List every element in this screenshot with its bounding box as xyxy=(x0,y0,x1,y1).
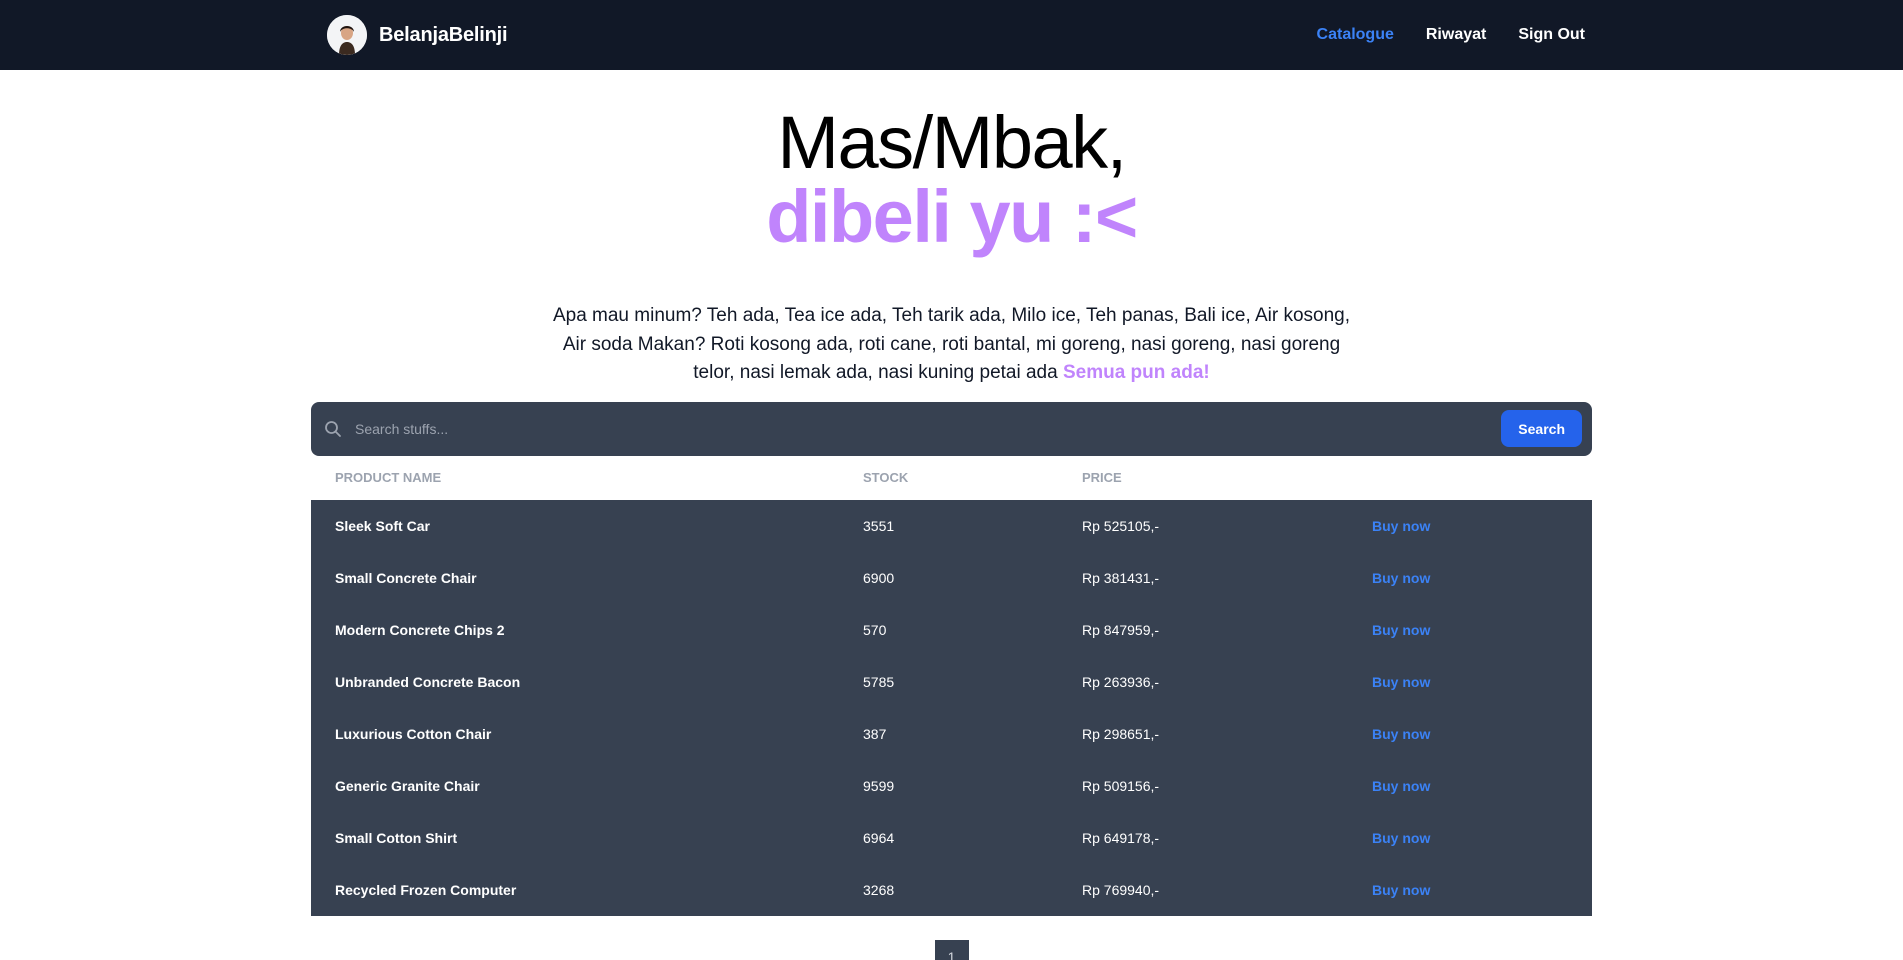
search-button[interactable]: Search xyxy=(1501,410,1582,447)
nav-item-riwayat[interactable]: Riwayat xyxy=(1426,26,1486,44)
header-price: PRICE xyxy=(1082,470,1122,485)
table-row: Unbranded Concrete Bacon 5785 Rp 263936,… xyxy=(311,655,1592,708)
product-stock: 6900 xyxy=(863,569,895,586)
product-stock: 5785 xyxy=(863,673,895,690)
navbar: BelanjaBelinji Catalogue Riwayat Sign Ou… xyxy=(0,0,1903,70)
buy-now-link[interactable]: Buy now xyxy=(1372,570,1430,586)
product-name: Small Cotton Shirt xyxy=(335,829,458,846)
product-stock: 3551 xyxy=(863,517,895,534)
hero-title: Mas/Mbak, xyxy=(777,101,1127,184)
product-stock: 9599 xyxy=(863,777,895,794)
nav-item-sign-out[interactable]: Sign Out xyxy=(1518,26,1585,44)
header-stock: STOCK xyxy=(863,470,909,485)
product-price: Rp 263936,- xyxy=(1082,673,1160,690)
product-stock: 570 xyxy=(863,621,887,638)
product-name: Recycled Frozen Computer xyxy=(335,881,517,898)
hero-highlight: Semua pun ada! xyxy=(1062,362,1210,383)
buy-now-link[interactable]: Buy now xyxy=(1372,830,1430,846)
product-name: Generic Granite Chair xyxy=(335,777,480,794)
hero-subtitle: dibeli yu :< xyxy=(766,175,1138,258)
buy-now-link[interactable]: Buy now xyxy=(1372,778,1430,794)
avatar-image xyxy=(327,15,367,55)
nav-item-catalogue[interactable]: Catalogue xyxy=(1317,26,1394,44)
page-button-1[interactable]: 1 xyxy=(934,939,969,960)
header-product-name: PRODUCT NAME xyxy=(335,470,442,485)
product-stock: 6964 xyxy=(863,829,895,846)
product-name: Small Concrete Chair xyxy=(335,569,477,586)
hero-description-text: Apa mau minum? Teh ada, Tea ice ada, Teh… xyxy=(552,305,1351,383)
table-row: Sleek Soft Car 3551 Rp 525105,- Buy now xyxy=(311,499,1592,552)
table-body: Sleek Soft Car 3551 Rp 525105,- Buy now … xyxy=(311,499,1592,916)
buy-now-link[interactable]: Buy now xyxy=(1372,726,1430,742)
table-header: PRODUCT NAME STOCK PRICE xyxy=(311,456,1592,500)
brand-name: BelanjaBelinji xyxy=(379,23,508,46)
buy-now-link[interactable]: Buy now xyxy=(1372,518,1430,534)
search-icon xyxy=(325,420,341,437)
product-price: Rp 381431,- xyxy=(1082,569,1160,586)
product-table-container: PRODUCT NAME STOCK PRICE Sleek Soft Car … xyxy=(311,456,1592,916)
table-row: Luxurious Cotton Chair 387 Rp 298651,- B… xyxy=(311,707,1592,760)
product-name: Luxurious Cotton Chair xyxy=(335,725,492,742)
product-stock: 3268 xyxy=(863,881,895,898)
product-name: Modern Concrete Chips 2 xyxy=(335,621,505,638)
product-table: PRODUCT NAME STOCK PRICE Sleek Soft Car … xyxy=(311,456,1592,916)
product-price: Rp 298651,- xyxy=(1082,725,1160,742)
table-row: Recycled Frozen Computer 3268 Rp 769940,… xyxy=(311,863,1592,916)
product-price: Rp 847959,- xyxy=(1082,621,1160,638)
nav-links: Catalogue Riwayat Sign Out xyxy=(1317,26,1585,44)
hero: Mas/Mbak, dibeli yu :< Apa mau minum? Te… xyxy=(0,70,1903,388)
search-bar: Search xyxy=(311,401,1592,456)
search-input[interactable] xyxy=(343,401,1502,456)
buy-now-link[interactable]: Buy now xyxy=(1372,674,1430,690)
table-row: Generic Granite Chair 9599 Rp 509156,- B… xyxy=(311,759,1592,812)
table-row: Small Concrete Chair 6900 Rp 381431,- Bu… xyxy=(311,551,1592,604)
product-name: Unbranded Concrete Bacon xyxy=(335,673,521,690)
brand-link[interactable]: BelanjaBelinji xyxy=(327,15,508,55)
product-price: Rp 769940,- xyxy=(1082,881,1160,898)
product-stock: 387 xyxy=(863,725,887,742)
product-price: Rp 525105,- xyxy=(1082,517,1160,534)
buy-now-link[interactable]: Buy now xyxy=(1372,882,1430,898)
table-row: Modern Concrete Chips 2 570 Rp 847959,- … xyxy=(311,603,1592,656)
product-price: Rp 649178,- xyxy=(1082,829,1160,846)
product-name: Sleek Soft Car xyxy=(335,517,430,534)
avatar xyxy=(327,15,367,55)
pagination: 1 xyxy=(0,939,1903,960)
header-action xyxy=(1348,456,1592,500)
table-row: Small Cotton Shirt 6964 Rp 649178,- Buy … xyxy=(311,811,1592,864)
buy-now-link[interactable]: Buy now xyxy=(1372,622,1430,638)
hero-description: Apa mau minum? Teh ada, Tea ice ada, Teh… xyxy=(552,302,1352,388)
product-price: Rp 509156,- xyxy=(1082,777,1160,794)
